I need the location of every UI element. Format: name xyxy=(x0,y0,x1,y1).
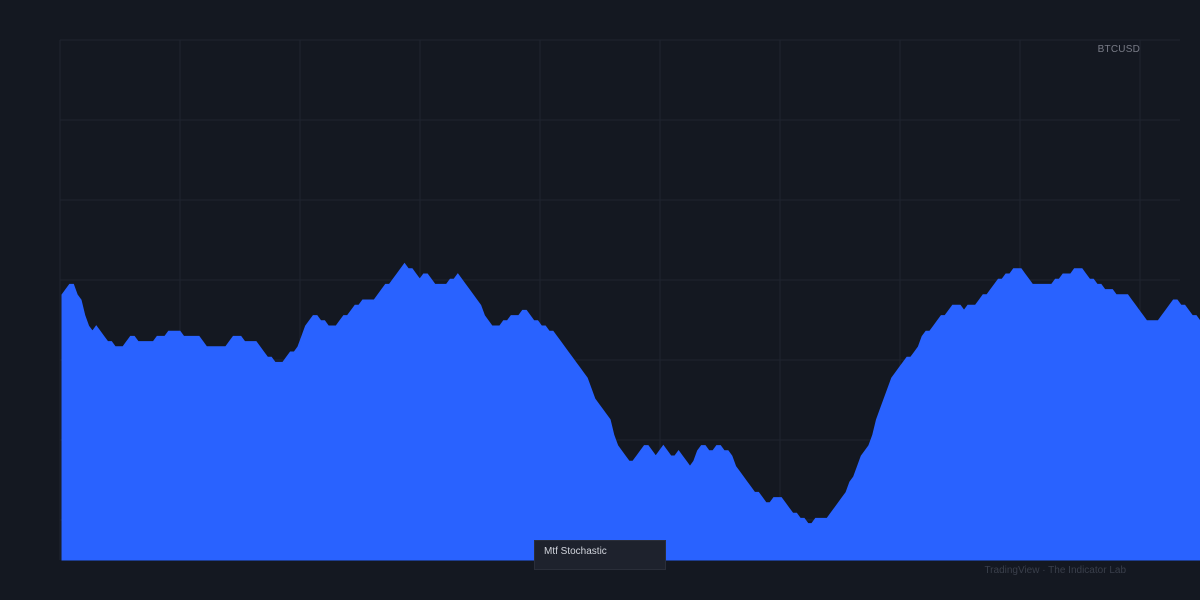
symbol-label: BTCUSD xyxy=(1097,44,1140,55)
chart-svg xyxy=(59,39,1200,561)
series-area[interactable] xyxy=(61,262,1200,561)
chart-root: BTCUSD Mtf Stochastic TradingView · The … xyxy=(0,0,1200,600)
indicator-tooltip[interactable]: Mtf Stochastic xyxy=(534,540,666,570)
watermark: TradingView · The Indicator Lab xyxy=(984,565,1126,576)
